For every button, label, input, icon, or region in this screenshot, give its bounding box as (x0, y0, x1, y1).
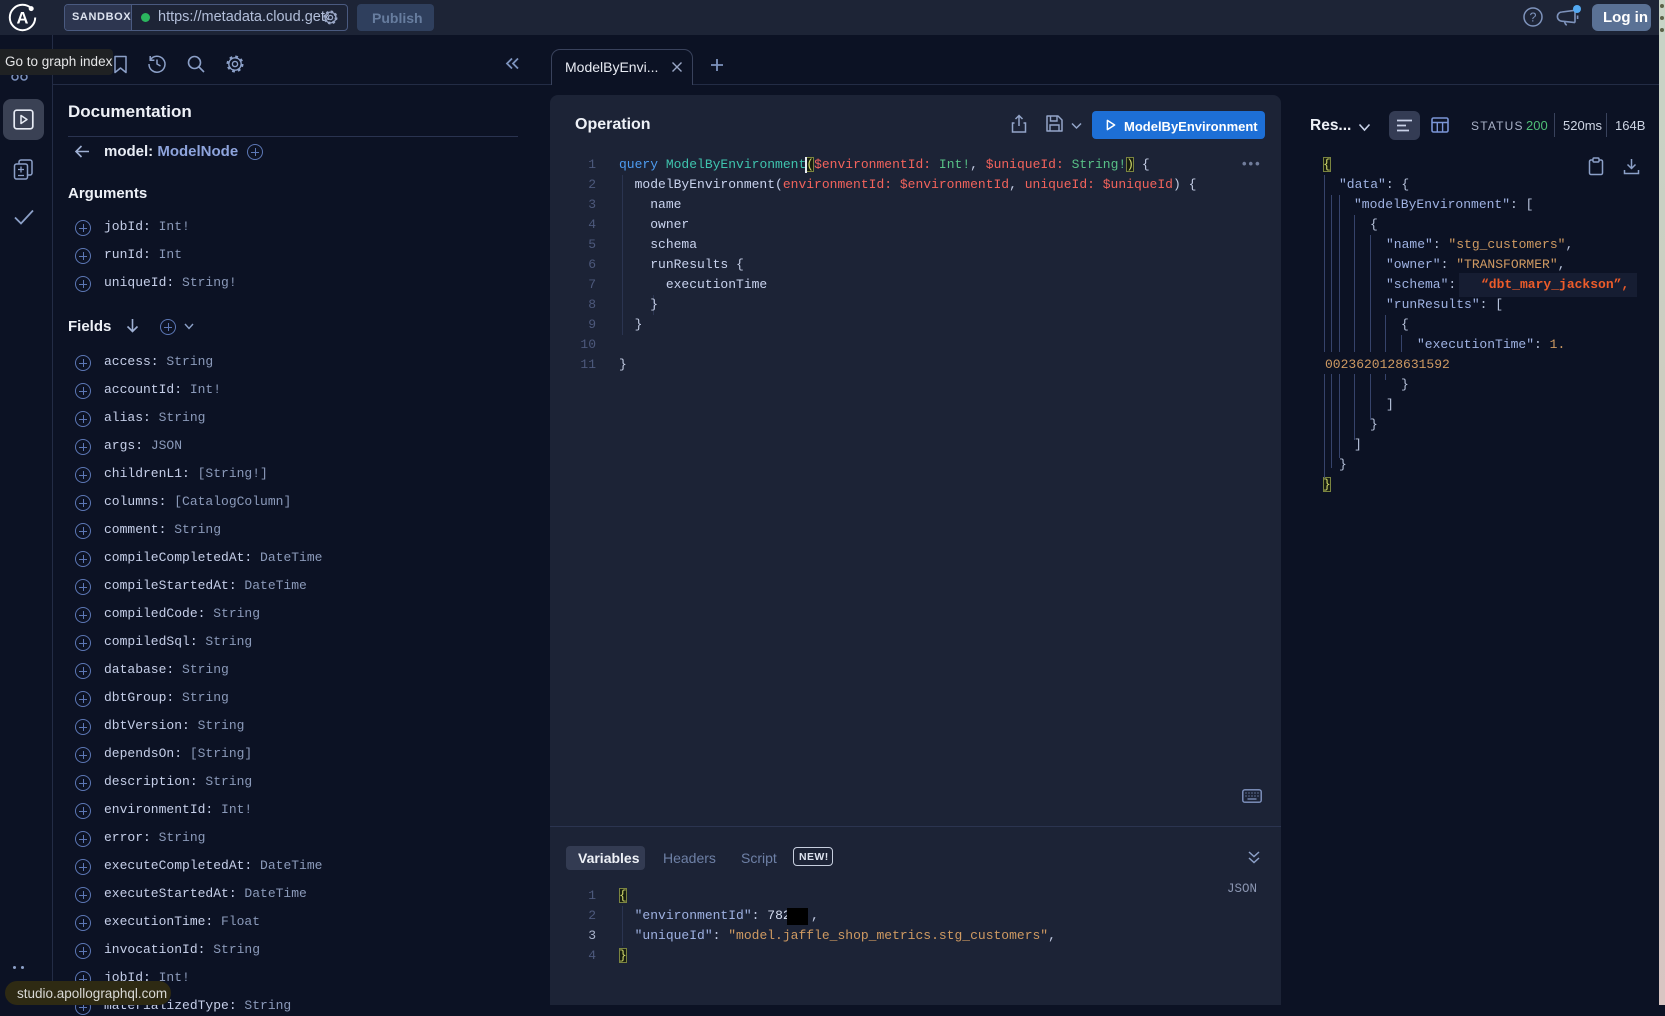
svg-text:?: ? (1530, 11, 1537, 25)
svg-text:A: A (17, 10, 29, 28)
